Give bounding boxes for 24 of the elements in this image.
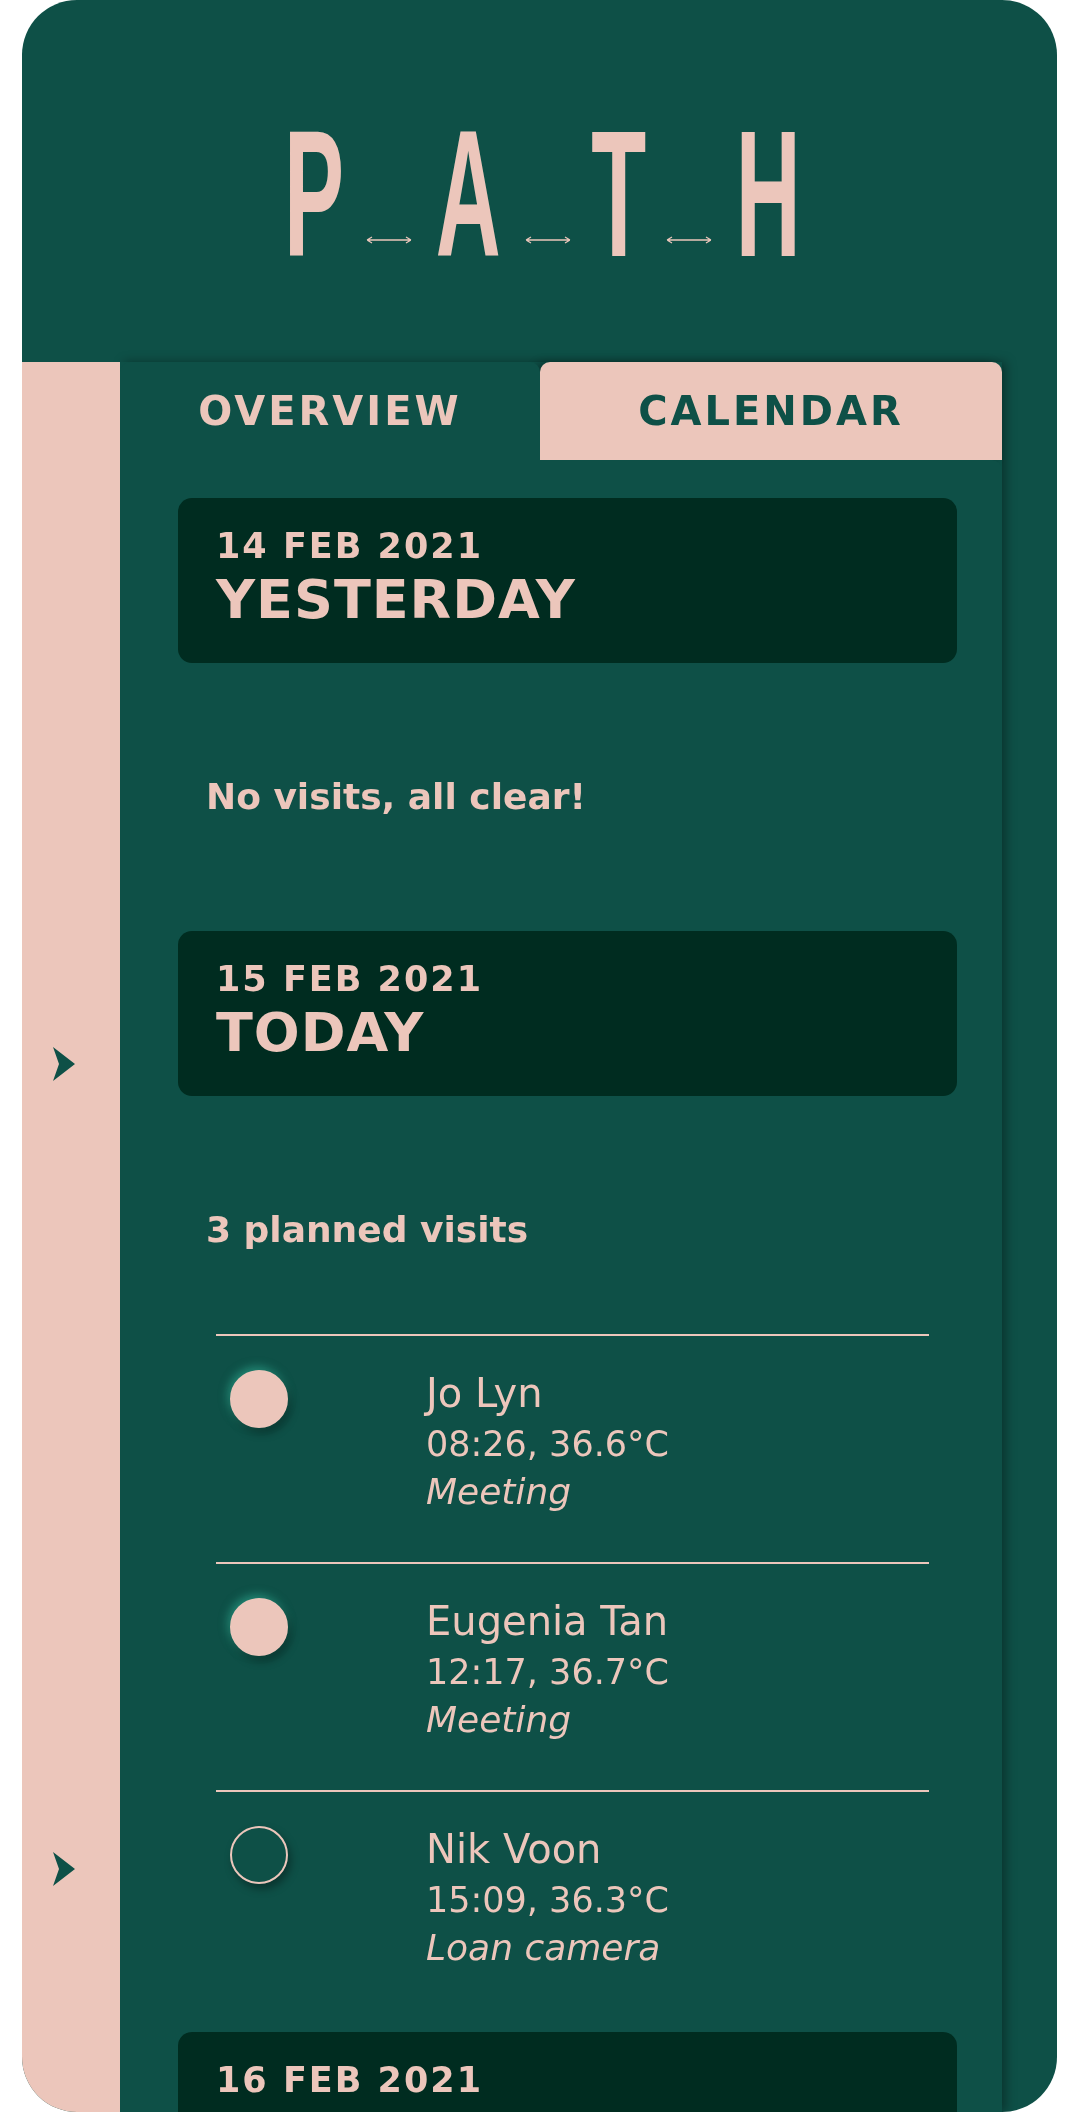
day-summary: 3 planned visits [205, 1208, 530, 1252]
visitor-name: Eugenia Tan [426, 1597, 669, 1646]
double-arrow-icon [666, 236, 713, 244]
logo-letter: H [736, 128, 801, 258]
visit-details: 15:09, 36.3°C [426, 1879, 669, 1922]
visit-purpose: Meeting [426, 1698, 573, 1742]
day-date: 15 FEB 2021 [216, 958, 484, 1001]
visit-details: 12:17, 36.7°C [426, 1651, 669, 1694]
day-date: 14 FEB 2021 [216, 525, 484, 568]
logo-letter: T [591, 128, 646, 258]
tab[interactable]: CALENDAR [540, 362, 1002, 460]
logo-letter: A [436, 128, 502, 258]
visitor-name: Jo Lyn [426, 1369, 544, 1418]
visit-purpose: Loan camera [426, 1926, 662, 1970]
day-summary: No visits, all clear! [205, 775, 587, 819]
double-arrow-icon [366, 236, 413, 244]
visit-details: 08:26, 36.6°C [426, 1423, 669, 1466]
day-title: YESTERDAY [216, 568, 577, 632]
day-title: TODAY [216, 1001, 426, 1065]
day-date: 16 FEB 2021 [216, 2059, 484, 2102]
logo-letter: P [284, 128, 345, 258]
double-arrow-icon [524, 236, 571, 244]
visit-purpose: Meeting [426, 1470, 573, 1514]
visitor-name: Nik Voon [426, 1825, 603, 1874]
